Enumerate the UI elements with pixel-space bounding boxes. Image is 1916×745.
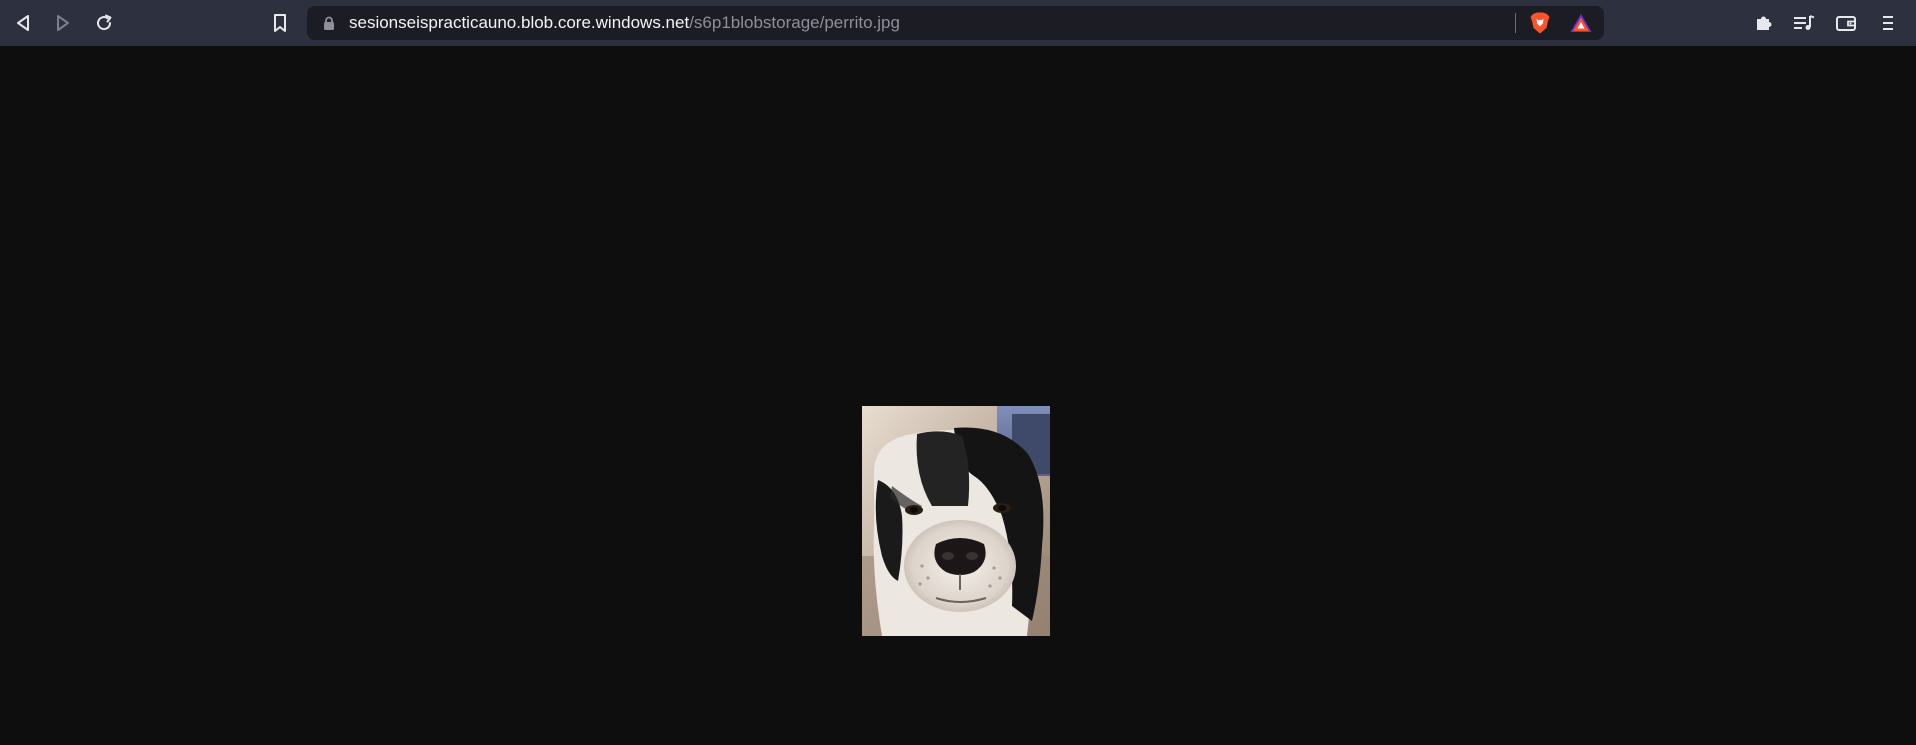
- reload-icon: [97, 14, 112, 31]
- forward-button[interactable]: [48, 8, 78, 38]
- playlist-icon: [1794, 15, 1815, 30]
- brave-shields-button[interactable]: [1528, 11, 1552, 35]
- url-text[interactable]: sesionseispracticauno.blob.core.windows.…: [349, 6, 900, 40]
- back-button[interactable]: [8, 8, 38, 38]
- dog-photo: [862, 406, 1050, 636]
- url-host: sesionseispracticauno.blob.core.windows.…: [349, 13, 690, 32]
- brave-rewards-icon: [1570, 14, 1592, 32]
- hamburger-menu-icon: [1883, 16, 1893, 30]
- lock-icon: [324, 16, 334, 30]
- extensions-button[interactable]: [1749, 8, 1779, 38]
- address-bar[interactable]: sesionseispracticauno.blob.core.windows.…: [307, 6, 1604, 40]
- page-viewport: [0, 46, 1916, 745]
- main-menu-button[interactable]: [1873, 8, 1903, 38]
- browser-toolbar: sesionseispracticauno.blob.core.windows.…: [0, 0, 1916, 46]
- url-path: /s6p1blobstorage/perrito.jpg: [689, 13, 900, 32]
- puzzle-piece-icon: [1757, 16, 1772, 30]
- reload-button[interactable]: [89, 8, 119, 38]
- wallet-icon: [1836, 16, 1856, 31]
- back-arrow-icon: [17, 15, 29, 31]
- playlist-button[interactable]: [1789, 8, 1819, 38]
- brave-lion-icon: [1530, 12, 1550, 34]
- wallet-button[interactable]: [1831, 8, 1861, 38]
- bookmark-icon: [274, 14, 286, 32]
- bookmark-button[interactable]: [265, 8, 295, 38]
- forward-arrow-icon: [57, 15, 69, 31]
- brave-rewards-button[interactable]: [1569, 11, 1593, 35]
- address-bar-divider: [1515, 13, 1516, 33]
